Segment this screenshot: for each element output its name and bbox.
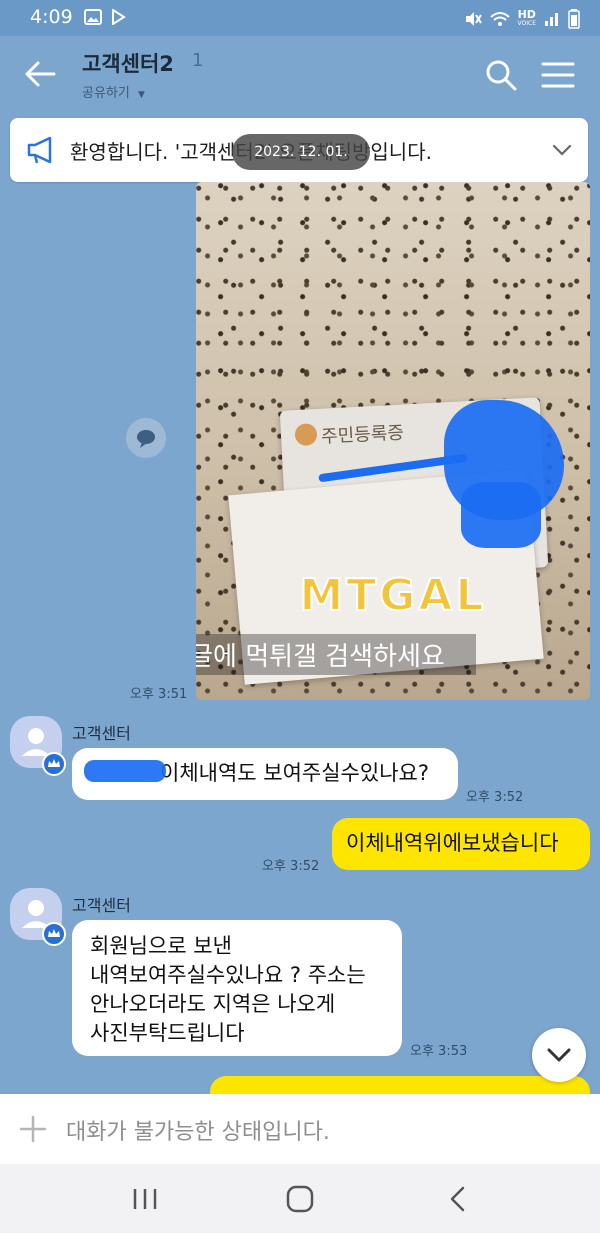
menu-icon[interactable]: [540, 58, 576, 92]
watermark-logo: MTGAL: [298, 569, 487, 622]
incoming-bubble: 이체내역도 보여주실수있나요?: [72, 748, 458, 800]
home-icon[interactable]: [285, 1184, 315, 1214]
sender-name: 고객센터: [72, 896, 131, 915]
privacy-scribble-2: [461, 482, 541, 548]
date-pill: 2023. 12. 01.: [232, 134, 370, 170]
message-line: 회원님으로 보낸: [90, 934, 232, 958]
back-arrow-icon[interactable]: [20, 54, 60, 94]
photo-time: 오후 3:51: [130, 687, 188, 702]
share-label: 공유하기: [82, 86, 130, 101]
chat-bubble-glyph: [137, 430, 155, 448]
caret-down-icon: ▼: [137, 90, 145, 100]
status-right-icons: HD VOICE: [464, 9, 580, 29]
message-line: 사진부탁드립니다: [90, 1021, 245, 1045]
mute-icon: [465, 12, 482, 26]
status-bar: 4:09 HD VOICE: [0, 0, 600, 36]
input-disabled-text: 대화가 불가능한 상태입니다.: [66, 1120, 330, 1145]
message-line: 내역보여주실수있나요 ? 주소는: [90, 963, 366, 987]
photo-message[interactable]: 주민등록증 MTGAL 구글에 먹튀갤 검색하세요: [196, 182, 590, 700]
crown-badge: [42, 752, 66, 776]
hd-voice-label: HD VOICE: [517, 8, 536, 27]
id-card-emblem: [294, 423, 318, 447]
status-time: 4:09: [30, 6, 73, 28]
chat-header: 고객센터2 1 공유하기 ▼: [0, 36, 600, 116]
outgoing-bubble: 이체내역위에보냈습니다: [332, 818, 590, 870]
incoming-bubble: 회원님으로 보낸 내역보여주실수있나요 ? 주소는 안나오더라도 지역은 나오게…: [72, 920, 402, 1056]
id-card-label: 주민등록증: [320, 422, 405, 448]
recent-apps-icon[interactable]: [130, 1188, 160, 1210]
message-time: 오후 3:52: [262, 859, 320, 874]
speech-bubble-icon[interactable]: [126, 418, 166, 458]
status-left-icons: [84, 9, 126, 25]
search-icon[interactable]: [484, 58, 518, 92]
chevron-down-icon[interactable]: [550, 138, 574, 162]
signal-icon: [545, 13, 558, 26]
crown-badge: [42, 922, 66, 946]
message-input-bar: 대화가 불가능한 상태입니다.: [0, 1094, 600, 1164]
member-count: 1: [192, 50, 204, 71]
crown-icon: [48, 759, 60, 767]
message-time: 오후 3:53: [410, 1044, 468, 1059]
redaction-scribble: [84, 760, 166, 782]
system-nav-bar: [0, 1164, 600, 1233]
battery-icon: [568, 9, 580, 29]
chat-title[interactable]: 고객센터2: [82, 48, 174, 78]
share-button[interactable]: 공유하기 ▼: [82, 82, 145, 101]
message-text: 이체내역도 보여주실수있나요?: [160, 761, 429, 785]
chevron-down-icon: [547, 1048, 571, 1062]
scroll-to-bottom-button[interactable]: [532, 1028, 586, 1082]
gallery-icon: [84, 9, 102, 25]
message-line: 안나오더라도 지역은 나오게: [90, 992, 336, 1016]
plus-icon[interactable]: [18, 1114, 48, 1144]
crown-icon: [48, 929, 60, 937]
megaphone-icon: [27, 136, 52, 164]
message-text: 이체내역위에보냈습니다: [346, 831, 559, 855]
wifi-icon: [489, 12, 510, 26]
sender-name: 고객센터: [72, 724, 131, 743]
watermark-caption: 구글에 먹튀갤 검색하세요: [196, 634, 476, 675]
message-time: 오후 3:52: [466, 790, 524, 805]
play-icon: [112, 9, 126, 25]
back-icon[interactable]: [446, 1186, 470, 1212]
